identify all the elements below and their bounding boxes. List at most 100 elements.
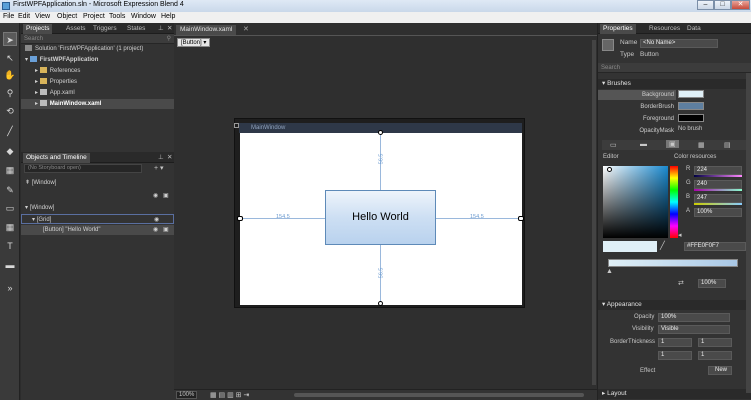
eyedropper-tool-icon[interactable]: ╱ [3, 124, 17, 138]
minimize-button[interactable]: – [697, 0, 714, 10]
pan-tool-icon[interactable]: ✋ [3, 68, 17, 82]
document-tab[interactable]: MainWindow.xaml [176, 25, 237, 35]
background-row[interactable]: Background [598, 90, 676, 100]
pen-tool-icon[interactable]: ✎ [3, 183, 17, 197]
menu-help[interactable]: Help [161, 13, 175, 20]
object-window-item[interactable]: ▾ [Window] [21, 203, 174, 213]
object-grid-item[interactable]: ▾ [Grid] ◉ [21, 214, 174, 224]
references-item[interactable]: ▸ References [21, 66, 174, 76]
menu-edit[interactable]: Edit [18, 13, 30, 20]
grid-layout-icon[interactable]: ▦ [3, 220, 17, 234]
borderbrush-swatch[interactable] [678, 102, 704, 110]
b-input[interactable]: 247 [694, 194, 742, 203]
visibility-select[interactable]: Visible [658, 325, 730, 334]
properties-scrollbar[interactable] [746, 73, 751, 393]
lock-icon[interactable]: ▣ [163, 225, 169, 235]
menu-view[interactable]: View [35, 13, 50, 20]
assets-tool-icon[interactable]: » [3, 281, 17, 295]
add-storyboard-icon[interactable]: + ▾ [154, 164, 164, 172]
g-input[interactable]: 240 [694, 180, 742, 189]
selection-tool-icon[interactable]: ➤ [3, 32, 17, 46]
mainwindow-xaml-item[interactable]: ▸ MainWindow.xaml [21, 99, 174, 109]
a-input[interactable]: 100% [694, 208, 742, 217]
menu-object[interactable]: Object [57, 13, 77, 20]
gradient-tool-icon[interactable]: ▦ [3, 163, 17, 177]
zoom-tool-icon[interactable]: ⚲ [3, 86, 17, 100]
foreground-row[interactable]: Foreground [598, 114, 676, 124]
background-swatch[interactable] [678, 90, 704, 98]
b-slider[interactable] [694, 203, 742, 205]
close-button[interactable]: ✕ [731, 0, 750, 10]
reverse-gradient-icon[interactable]: ⇄ [678, 279, 684, 287]
bottom-pin-handle[interactable] [378, 301, 383, 306]
border-right-input[interactable]: 1 [658, 351, 692, 360]
hex-input[interactable]: #FFE0F0F7 [684, 242, 746, 251]
color-picker-cursor[interactable] [607, 167, 612, 172]
camera-orbit-icon[interactable]: ⟲ [3, 104, 17, 118]
gradient-bar[interactable] [608, 259, 738, 267]
gradient-brush-icon[interactable]: ▣ [666, 140, 679, 148]
menu-file[interactable]: File [3, 13, 14, 20]
paint-bucket-icon[interactable]: ◆ [3, 144, 17, 158]
eye-icon[interactable]: ◉ [154, 215, 159, 225]
appearance-section[interactable]: ▾ Appearance [598, 300, 751, 310]
layout-section[interactable]: ▸ Layout [598, 389, 751, 399]
menu-window[interactable]: Window [131, 13, 156, 20]
opacitymask-row[interactable]: OpacityMask [598, 126, 676, 136]
border-left-input[interactable]: 1 [658, 338, 692, 347]
menu-tools[interactable]: Tools [109, 13, 125, 20]
project-search[interactable]: Search ⚲ [21, 34, 174, 44]
top-pin-handle[interactable] [378, 130, 383, 135]
maximize-button[interactable]: □ [714, 0, 731, 10]
hello-world-button[interactable]: Hello World [325, 190, 436, 245]
g-slider[interactable] [694, 189, 742, 191]
tab-assets[interactable]: Assets [63, 24, 89, 34]
window-scope-item[interactable]: ⇞ [Window] [21, 178, 174, 188]
breadcrumb[interactable]: [Button] ▾ [177, 38, 211, 47]
opacity-input[interactable]: 100% [658, 313, 730, 322]
menu-project[interactable]: Project [83, 13, 105, 20]
r-input[interactable]: 224 [694, 166, 742, 175]
name-field[interactable]: <No Name> [640, 39, 718, 48]
direct-selection-tool-icon[interactable]: ↖ [3, 51, 17, 65]
snap-options-icons[interactable]: ▦ ▤ ▥ ⊞ ⇥ [210, 391, 249, 399]
vertical-scrollbar[interactable] [592, 40, 596, 385]
tab-projects[interactable]: Projects [23, 24, 53, 34]
object-button-item[interactable]: [Button] "Hello World" ◉ ▣ [21, 225, 174, 235]
new-effect-button[interactable]: New [708, 366, 732, 375]
tab-data[interactable]: Data [684, 24, 704, 34]
eyedropper-icon[interactable]: ╱ [660, 241, 665, 250]
color-field[interactable] [603, 166, 668, 238]
rectangle-tool-icon[interactable]: ▭ [3, 201, 17, 215]
app-xaml-item[interactable]: ▸ App.xaml [21, 88, 174, 98]
borderbrush-row[interactable]: BorderBrush [598, 102, 676, 112]
property-search[interactable]: Search [598, 63, 751, 73]
r-slider[interactable] [694, 175, 742, 177]
right-pin-handle[interactable] [518, 216, 524, 221]
close-icon[interactable]: ✕ [243, 25, 249, 33]
tab-states[interactable]: States [124, 24, 148, 34]
button-control-icon[interactable]: ▬ [3, 258, 17, 272]
left-pin-handle[interactable] [237, 216, 243, 221]
border-top-input[interactable]: 1 [698, 338, 732, 347]
no-brush-icon[interactable]: ▭ [610, 141, 617, 149]
properties-item[interactable]: ▸ Properties [21, 77, 174, 87]
zoom-level[interactable]: 100% [176, 391, 198, 399]
solid-brush-icon[interactable]: ▬ [640, 141, 647, 148]
tile-brush-icon[interactable]: ▦ [698, 141, 705, 149]
border-bottom-input[interactable]: 1 [698, 351, 732, 360]
gradient-stop-icon[interactable]: ▲ [606, 268, 613, 275]
storyboard-picker[interactable]: (No Storyboard open) [24, 164, 142, 173]
brushes-section[interactable]: ▾ Brushes [598, 79, 751, 89]
resource-brush-icon[interactable]: ▤ [724, 141, 731, 149]
tab-resources[interactable]: Resources [646, 24, 683, 34]
tab-triggers[interactable]: Triggers [90, 24, 120, 34]
gradient-stop-offset[interactable]: 100% [698, 279, 726, 288]
horizontal-scrollbar[interactable] [294, 393, 584, 397]
text-tool-icon[interactable]: T [3, 239, 17, 253]
brush-type-tabs[interactable]: ▭ ▬ ▣ ▦ ▤ [602, 140, 748, 150]
tab-properties[interactable]: Properties [600, 24, 636, 34]
project-item[interactable]: ▾ FirstWPFApplication [21, 55, 174, 65]
grid-adorner-handle[interactable] [234, 123, 239, 128]
foreground-swatch[interactable] [678, 114, 704, 122]
